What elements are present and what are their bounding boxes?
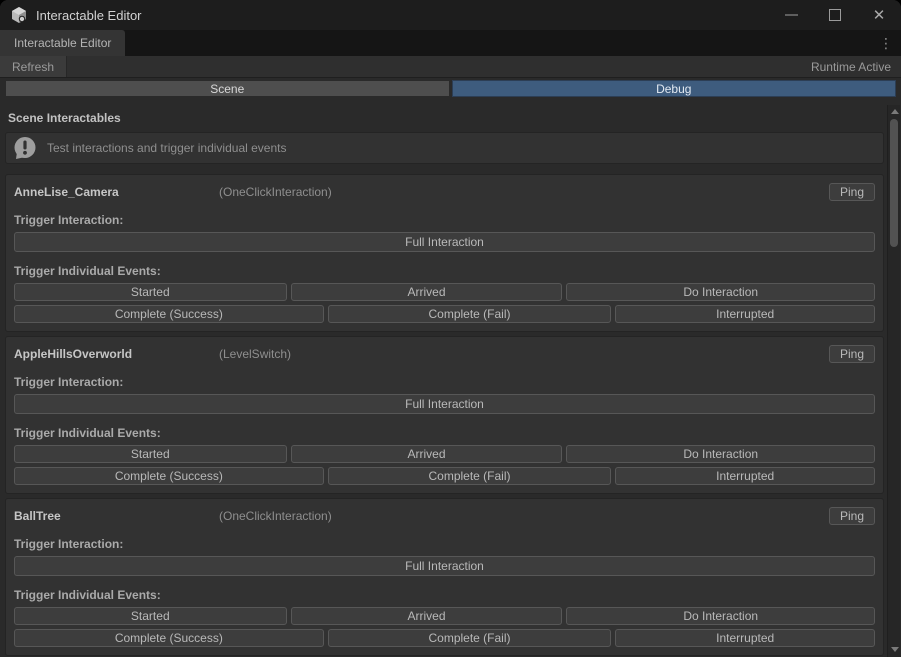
refresh-button[interactable]: Refresh [0,56,67,77]
event-button-interrupted[interactable]: Interrupted [615,629,875,647]
full-interaction-button[interactable]: Full Interaction [14,394,875,414]
scroll-down-icon [891,647,899,652]
event-button-interrupted[interactable]: Interrupted [615,467,875,485]
event-button-row-2: Complete (Success)Complete (Fail)Interru… [14,467,875,485]
entry-type: (LevelSwitch) [219,347,829,361]
event-button-complete-fail[interactable]: Complete (Fail) [328,305,612,323]
full-interaction-button[interactable]: Full Interaction [14,556,875,576]
event-button-started[interactable]: Started [14,607,287,625]
event-button-complete-success[interactable]: Complete (Success) [14,467,324,485]
runtime-active-status: Runtime Active [811,56,901,77]
entry-type: (OneClickInteraction) [219,509,829,523]
trigger-interaction-label: Trigger Interaction: [14,375,875,389]
speech-bubble-exclamation-icon [13,136,37,160]
event-button-interrupted[interactable]: Interrupted [615,305,875,323]
info-text: Test interactions and trigger individual… [47,141,286,155]
entry-name: AppleHillsOverworld [14,347,219,361]
scroll-down-button[interactable] [888,643,901,655]
scrollbar-thumb[interactable] [890,119,898,247]
maximize-button[interactable] [813,0,857,30]
event-button-arrived[interactable]: Arrived [291,607,563,625]
window-title: Interactable Editor [36,8,142,23]
event-button-row-1: StartedArrivedDo Interaction [14,445,875,463]
ping-button[interactable]: Ping [829,345,875,363]
toggle-debug-button[interactable]: Debug [452,80,897,97]
window-titlebar: Interactable Editor ✕ [0,0,901,30]
trigger-individual-events-label: Trigger Individual Events: [14,264,875,278]
close-button[interactable]: ✕ [857,0,901,30]
interactable-entry-list: AnneLise_Camera (OneClickInteraction) Pi… [5,174,884,657]
info-help-box: Test interactions and trigger individual… [5,132,884,164]
toolbar: Refresh Runtime Active [0,56,901,78]
tab-bar: Interactable Editor ⋮ [0,30,901,56]
ping-button[interactable]: Ping [829,507,875,525]
interactable-entry: AnneLise_Camera (OneClickInteraction) Pi… [5,174,884,332]
vertical-scrollbar[interactable] [887,105,900,657]
kebab-menu-icon[interactable]: ⋮ [871,30,901,56]
entry-name: BallTree [14,509,219,523]
scene-interactables-panel: Scene Interactables Test interactions an… [0,99,901,657]
event-button-arrived[interactable]: Arrived [291,283,563,301]
minimize-icon [785,14,798,16]
event-button-complete-fail[interactable]: Complete (Fail) [328,467,612,485]
event-button-row-1: StartedArrivedDo Interaction [14,283,875,301]
trigger-interaction-label: Trigger Interaction: [14,213,875,227]
event-button-row-2: Complete (Success)Complete (Fail)Interru… [14,629,875,647]
event-button-started[interactable]: Started [14,283,287,301]
full-interaction-button[interactable]: Full Interaction [14,232,875,252]
trigger-interaction-label: Trigger Interaction: [14,537,875,551]
event-button-started[interactable]: Started [14,445,287,463]
scroll-up-icon [891,109,899,114]
ping-button[interactable]: Ping [829,183,875,201]
view-toggle: Scene Debug [0,78,901,99]
trigger-individual-events-label: Trigger Individual Events: [14,426,875,440]
interactable-entry: BallTree (OneClickInteraction) Ping Trig… [5,498,884,656]
event-button-row-1: StartedArrivedDo Interaction [14,607,875,625]
tab-interactable-editor[interactable]: Interactable Editor [0,30,125,56]
close-icon: ✕ [873,8,886,23]
event-button-do-interaction[interactable]: Do Interaction [566,445,875,463]
unity-cube-icon [10,6,28,24]
event-button-complete-success[interactable]: Complete (Success) [14,629,324,647]
maximize-icon [829,9,841,21]
tab-label: Interactable Editor [14,36,111,50]
event-button-do-interaction[interactable]: Do Interaction [566,283,875,301]
event-button-row-2: Complete (Success)Complete (Fail)Interru… [14,305,875,323]
minimize-button[interactable] [769,0,813,30]
section-title: Scene Interactables [8,111,884,125]
event-button-complete-fail[interactable]: Complete (Fail) [328,629,612,647]
event-button-do-interaction[interactable]: Do Interaction [566,607,875,625]
scroll-up-button[interactable] [888,105,901,117]
toggle-scene-button[interactable]: Scene [5,80,450,97]
event-button-complete-success[interactable]: Complete (Success) [14,305,324,323]
interactable-entry: AppleHillsOverworld (LevelSwitch) Ping T… [5,336,884,494]
entry-name: AnneLise_Camera [14,185,219,199]
entry-type: (OneClickInteraction) [219,185,829,199]
trigger-individual-events-label: Trigger Individual Events: [14,588,875,602]
interactable-editor-window: Interactable Editor ✕ Interactable Edito… [0,0,901,657]
event-button-arrived[interactable]: Arrived [291,445,563,463]
